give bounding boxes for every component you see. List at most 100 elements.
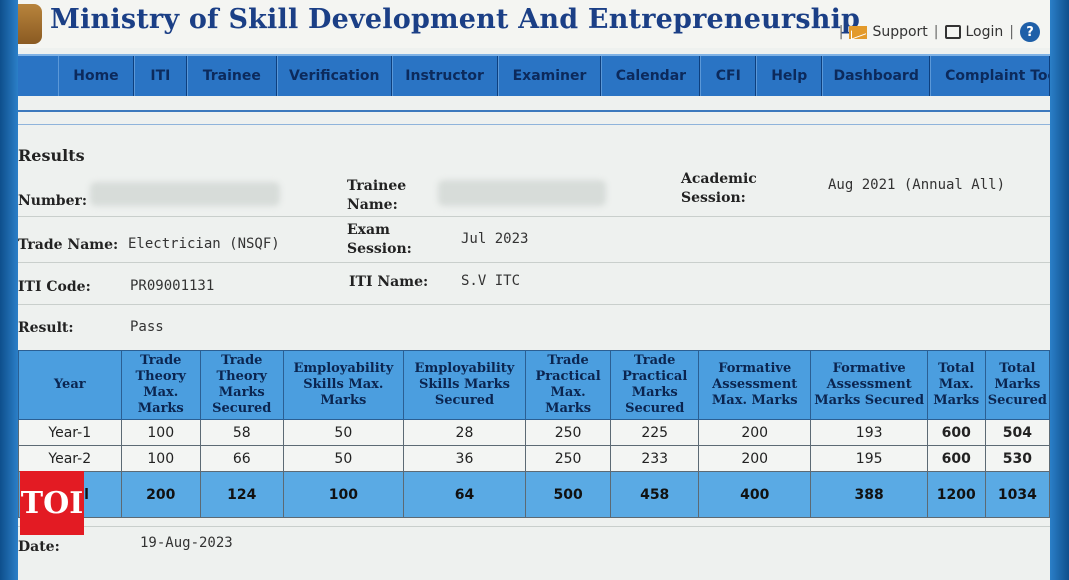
result-label: Result:: [18, 320, 74, 336]
table-cell: 1034: [984, 471, 1050, 518]
table-cell: 66: [199, 445, 284, 472]
exam-session-value: Jul 2023: [461, 231, 529, 247]
table-cell: 600: [926, 419, 986, 446]
table-cell: 50: [282, 419, 405, 446]
column-header: Formative Assessment Max. Marks: [697, 350, 812, 420]
site-header: Ministry of Skill Development And Entrep…: [18, 0, 1050, 48]
emblem-logo: [18, 4, 42, 44]
portal-screen: Ministry of Skill Development And Entrep…: [18, 0, 1050, 580]
trade-name-label: Trade Name:: [18, 237, 119, 253]
nav-help[interactable]: Help: [756, 56, 823, 96]
nav-cfi[interactable]: CFI: [700, 56, 757, 96]
section-title: Results: [18, 146, 85, 165]
column-header: Total Marks Secured: [984, 350, 1050, 420]
row-divider: [18, 216, 1050, 217]
table-cell: 50: [282, 445, 405, 472]
date-value: 19-Aug-2023: [140, 535, 233, 551]
support-link[interactable]: Support: [849, 24, 928, 40]
column-header: Year: [18, 350, 122, 420]
column-header: Formative Assessment Marks Secured: [810, 350, 928, 420]
toi-watermark-logo: TOI: [20, 471, 84, 535]
table-cell: 193: [810, 419, 928, 446]
table-total-row: Total 200 124 100 64 500 458 400 388 120…: [18, 471, 1050, 518]
iti-code-value: PR09001131: [130, 278, 215, 294]
iti-code-label: ITI Code:: [18, 279, 91, 295]
redacted-roll-number: [90, 182, 280, 206]
iti-name-value: S.V ITC: [461, 273, 521, 289]
table-cell: Year-1: [18, 419, 122, 446]
help-icon[interactable]: ?: [1020, 22, 1040, 42]
column-header: Trade Practical Max. Marks: [524, 350, 612, 420]
table-cell: 36: [403, 445, 526, 472]
column-header: Trade Theory Max. Marks: [120, 350, 201, 420]
trainee-name-label: Trainee Name:: [347, 178, 407, 213]
divider-line: [18, 124, 1050, 125]
academic-session-value: Aug 2021 (Annual All): [828, 177, 1006, 193]
table-cell: 500: [524, 471, 612, 518]
login-link[interactable]: Login: [944, 24, 1004, 40]
table-cell: 458: [610, 471, 699, 518]
table-cell: 1200: [926, 471, 986, 518]
main-nav: Home ITI Trainee Verification Instructor…: [18, 54, 1050, 96]
result-value: Pass: [130, 319, 164, 335]
trade-name-value: Electrician (NSQF): [128, 236, 280, 252]
table-cell: 100: [120, 445, 201, 472]
table-cell: 400: [697, 471, 812, 518]
site-title: Ministry of Skill Development And Entrep…: [50, 4, 861, 35]
table-cell: 200: [697, 419, 812, 446]
column-header: Trade Theory Marks Secured: [199, 350, 284, 420]
academic-session-label: Academic Session:: [681, 171, 757, 206]
table-cell: 600: [926, 445, 986, 472]
left-bezel: [0, 0, 18, 580]
column-header: Employability Skills Marks Secured: [403, 350, 526, 420]
table-row: Year-2 100 66 50 36 250 233 200 195 600 …: [18, 445, 1050, 472]
nav-home[interactable]: Home: [58, 56, 134, 96]
date-label: Date:: [18, 539, 60, 555]
table-cell: 124: [199, 471, 284, 518]
column-header: Total Max. Marks: [926, 350, 986, 420]
nav-trainee[interactable]: Trainee: [186, 56, 277, 96]
table-cell: 200: [120, 471, 201, 518]
table-cell: 388: [810, 471, 928, 518]
row-divider: [18, 262, 1050, 263]
right-bezel: [1050, 0, 1069, 580]
top-links: | Support | Login | ?: [833, 22, 1040, 42]
table-cell: 100: [282, 471, 405, 518]
row-divider: [18, 304, 1050, 305]
table-cell: 233: [610, 445, 699, 472]
table-cell: 64: [403, 471, 526, 518]
nav-instructor[interactable]: Instructor: [391, 56, 498, 96]
table-cell: 504: [984, 419, 1050, 446]
exam-session-label: Exam Session:: [347, 222, 412, 257]
table-cell: 200: [697, 445, 812, 472]
table-cell: 225: [610, 419, 699, 446]
column-header: Employability Skills Max. Marks: [282, 350, 405, 420]
table-header-row: Year Trade Theory Max. Marks Trade Theor…: [18, 350, 1050, 420]
table-cell: Year-2: [18, 445, 122, 472]
nav-verification[interactable]: Verification: [276, 56, 392, 96]
login-label: Login: [965, 24, 1004, 40]
table-row: Year-1 100 58 50 28 250 225 200 193 600 …: [18, 419, 1050, 446]
nav-dashboard[interactable]: Dashboard: [822, 56, 931, 96]
table-cell: 100: [120, 419, 201, 446]
nav-calendar[interactable]: Calendar: [601, 56, 701, 96]
login-icon: [944, 25, 961, 39]
row-divider: [18, 526, 1050, 527]
redacted-trainee-name: [438, 180, 606, 206]
table-cell: 28: [403, 419, 526, 446]
table-cell: 58: [199, 419, 284, 446]
divider-line: [18, 110, 1050, 112]
table-cell: 250: [524, 445, 612, 472]
nav-iti[interactable]: ITI: [133, 56, 187, 96]
marks-table: Year Trade Theory Max. Marks Trade Theor…: [18, 350, 1050, 518]
roll-number-label: Number:: [18, 193, 88, 209]
nav-complaint-tool[interactable]: Complaint Too: [930, 56, 1050, 96]
column-header: Trade Practical Marks Secured: [610, 350, 699, 420]
nav-examiner[interactable]: Examiner: [497, 56, 602, 96]
iti-name-label: ITI Name:: [349, 274, 429, 290]
mail-icon: [849, 25, 868, 39]
table-cell: 195: [810, 445, 928, 472]
table-cell: 530: [984, 445, 1050, 472]
table-cell: 250: [524, 419, 612, 446]
support-label: Support: [872, 24, 928, 40]
